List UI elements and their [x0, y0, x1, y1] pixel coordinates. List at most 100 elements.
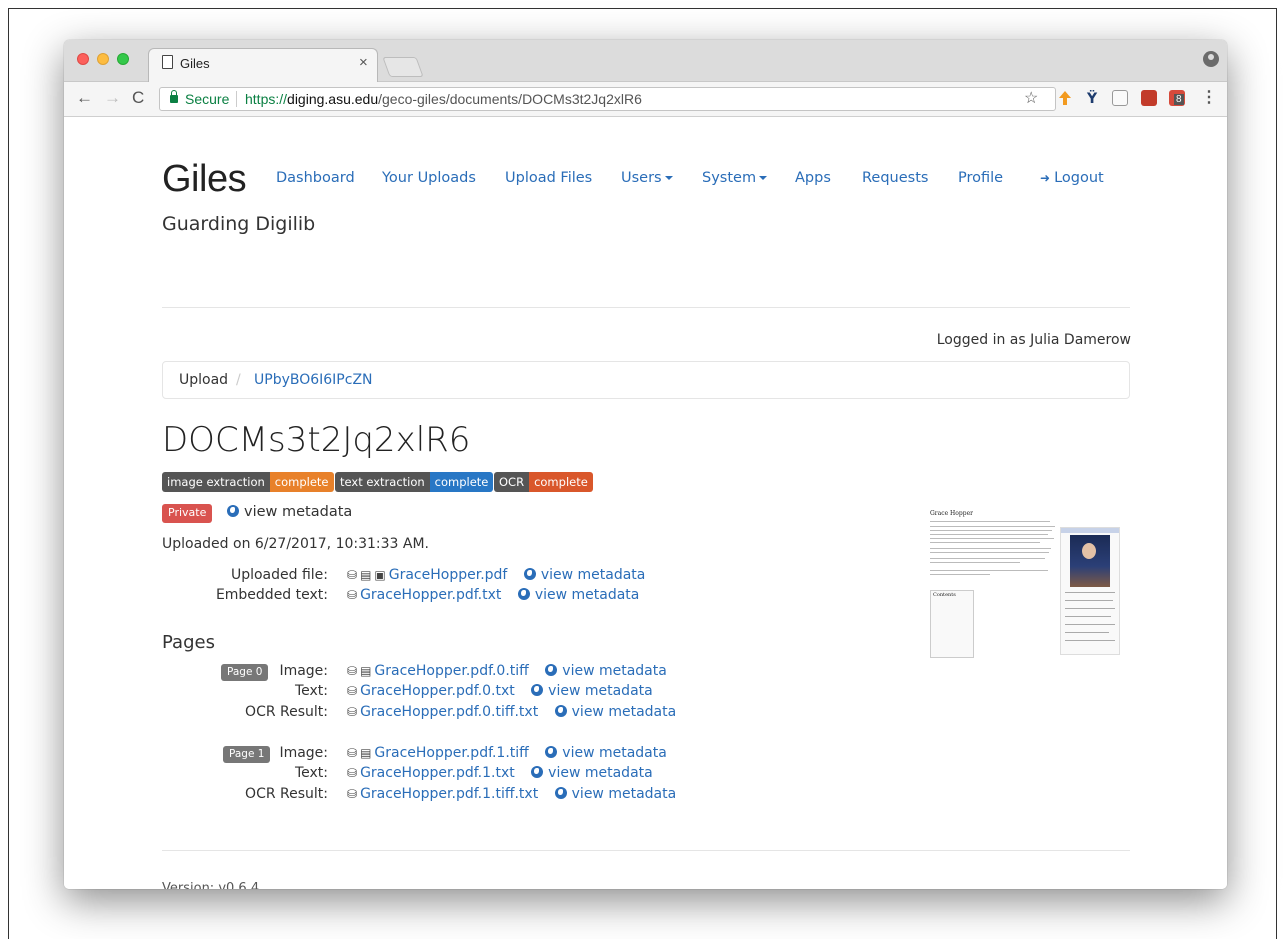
bookmark-star-icon[interactable]: ☆	[1024, 88, 1038, 108]
page-icon	[162, 55, 173, 69]
page-image-link[interactable]: GraceHopper.pdf.1.tiff	[374, 745, 528, 761]
globe-icon	[545, 746, 558, 758]
ocr-badge: OCR complete	[494, 472, 593, 492]
tab-title[interactable]: Giles	[180, 56, 210, 71]
profile-icon[interactable]	[1203, 51, 1219, 67]
hdd-icon: ⛁	[347, 568, 358, 582]
page-text-label: Text:	[294, 765, 328, 781]
page-image-row: ⛁ ▤ GraceHopper.pdf.0.tiff view metadata	[347, 663, 667, 679]
breadcrumb-separator: /	[236, 372, 241, 388]
page-text-link[interactable]: GraceHopper.pdf.0.txt	[360, 683, 515, 699]
browser-toolbar: ← → C Secure https://diging.asu.edu/geco…	[64, 82, 1227, 117]
globe-icon	[227, 505, 239, 517]
page-ocr-view-metadata-link[interactable]: view metadata	[554, 704, 676, 720]
secure-label: Secure	[185, 91, 230, 107]
document-view-metadata-link[interactable]: view metadata	[227, 504, 352, 520]
extension-document-icon[interactable]	[1112, 90, 1128, 106]
page-image-row: ⛁ ▤ GraceHopper.pdf.1.tiff view metadata	[347, 745, 667, 761]
page-text-view-metadata-link[interactable]: view metadata	[531, 765, 653, 781]
pages-heading: Pages	[162, 632, 215, 653]
nav-logout[interactable]: ➜ Logout	[1040, 170, 1104, 186]
embedded-text-label: Embedded text:	[215, 587, 328, 603]
footer-divider	[162, 850, 1130, 851]
breadcrumb-upload-link[interactable]: UPbyBO6I6IPcZN	[254, 372, 373, 388]
image-extraction-badge: image extraction complete	[162, 472, 334, 492]
globe-icon	[517, 588, 530, 600]
nav-requests[interactable]: Requests	[862, 170, 928, 186]
globe-icon	[554, 787, 567, 799]
extension-mendeley-icon[interactable]	[1141, 90, 1157, 106]
file-image-icon: ▣	[374, 568, 386, 582]
logged-in-status: Logged in as Julia Damerow	[936, 332, 1131, 348]
file-text-icon: ▤	[360, 568, 372, 582]
forward-arrow-icon[interactable]: →	[104, 88, 121, 108]
calendar-badge: 8	[1174, 94, 1184, 105]
page-ocr-link[interactable]: GraceHopper.pdf.0.tiff.txt	[360, 704, 538, 720]
nav-upload-files[interactable]: Upload Files	[505, 170, 592, 186]
site-brand[interactable]: Giles	[162, 158, 247, 201]
extension-zotero-icon[interactable]: Ÿ	[1085, 90, 1101, 107]
uploaded-file-label: Uploaded file:	[230, 567, 328, 583]
badge-label: image extraction	[162, 472, 270, 492]
header-divider	[162, 307, 1130, 308]
reload-icon[interactable]: C	[132, 88, 144, 108]
breadcrumb: Upload / UPbyBO6I6IPcZN	[162, 361, 1130, 399]
tab-strip: Giles ×	[64, 40, 1227, 82]
page-ocr-row: ⛁ GraceHopper.pdf.1.tiff.txt view metadat…	[347, 786, 676, 802]
page-ocr-view-metadata-link[interactable]: view metadata	[554, 786, 676, 802]
new-tab-button[interactable]	[382, 57, 424, 77]
globe-icon	[531, 766, 544, 778]
address-bar[interactable]: Secure https://diging.asu.edu/geco-giles…	[159, 87, 1056, 111]
svg-text:Ÿ: Ÿ	[1086, 90, 1098, 106]
nav-apps[interactable]: Apps	[795, 170, 831, 186]
nav-logout-label: Logout	[1054, 170, 1104, 186]
uploaded-file-link[interactable]: GraceHopper.pdf	[389, 567, 508, 583]
chevron-down-icon	[759, 176, 768, 180]
extension-upload-icon[interactable]	[1057, 90, 1073, 106]
uploaded-file-view-metadata-link[interactable]: view metadata	[523, 567, 645, 583]
thumbnail-toc-heading: Contents	[933, 592, 956, 598]
file-icon: ▤	[360, 664, 372, 678]
page-image-view-metadata-link[interactable]: view metadata	[545, 745, 667, 761]
hdd-icon: ⛁	[347, 787, 358, 801]
chevron-down-icon	[664, 176, 673, 180]
uploaded-file-row: ⛁ ▤ ▣ GraceHopper.pdf view metadata	[347, 567, 645, 583]
embedded-text-view-metadata-link[interactable]: view metadata	[517, 587, 639, 603]
page-text-view-metadata-link[interactable]: view metadata	[531, 683, 653, 699]
nav-system-dropdown[interactable]: System	[702, 170, 768, 186]
badge-status: complete	[269, 472, 334, 492]
url-text[interactable]: https://diging.asu.edu/geco-giles/docume…	[245, 91, 642, 107]
minimize-window-button[interactable]	[97, 53, 109, 65]
nav-users-dropdown[interactable]: Users	[621, 170, 673, 186]
page-image-link[interactable]: GraceHopper.pdf.0.tiff	[374, 663, 528, 679]
extension-calendar-icon[interactable]: 8	[1169, 90, 1185, 106]
globe-icon	[545, 664, 558, 676]
nav-system-label: System	[702, 170, 757, 186]
tab-close-icon[interactable]: ×	[359, 54, 368, 71]
url-divider	[236, 91, 237, 107]
page-text-label: Text:	[294, 683, 328, 699]
page-image-label: Image:	[279, 745, 328, 761]
nav-profile[interactable]: Profile	[958, 170, 1003, 186]
version-text: Version: v0.6.4	[162, 881, 260, 889]
page-image-view-metadata-link[interactable]: view metadata	[545, 663, 667, 679]
hdd-icon: ⛁	[347, 684, 358, 698]
breadcrumb-root: Upload	[179, 372, 229, 388]
private-badge: Private	[162, 504, 213, 523]
page-text-link[interactable]: GraceHopper.pdf.1.txt	[360, 765, 515, 781]
page-ocr-link[interactable]: GraceHopper.pdf.1.tiff.txt	[360, 786, 538, 802]
embedded-text-link[interactable]: GraceHopper.pdf.txt	[360, 587, 501, 603]
upload-date: Uploaded on 6/27/2017, 10:31:33 AM.	[162, 536, 430, 552]
back-arrow-icon[interactable]: ←	[76, 88, 93, 108]
page-ocr-label: OCR Result:	[245, 704, 328, 720]
close-window-button[interactable]	[77, 53, 89, 65]
nav-dashboard[interactable]: Dashboard	[276, 170, 355, 186]
thumbnail-heading: Grace Hopper	[930, 510, 974, 517]
maximize-window-button[interactable]	[117, 53, 129, 65]
page-ocr-label: OCR Result:	[245, 786, 328, 802]
page-image-label: Image:	[279, 663, 328, 679]
file-icon: ▤	[360, 746, 372, 760]
browser-menu-icon[interactable]: ⋮	[1201, 87, 1217, 107]
badge-status: complete	[529, 472, 593, 492]
nav-your-uploads[interactable]: Your Uploads	[382, 170, 476, 186]
